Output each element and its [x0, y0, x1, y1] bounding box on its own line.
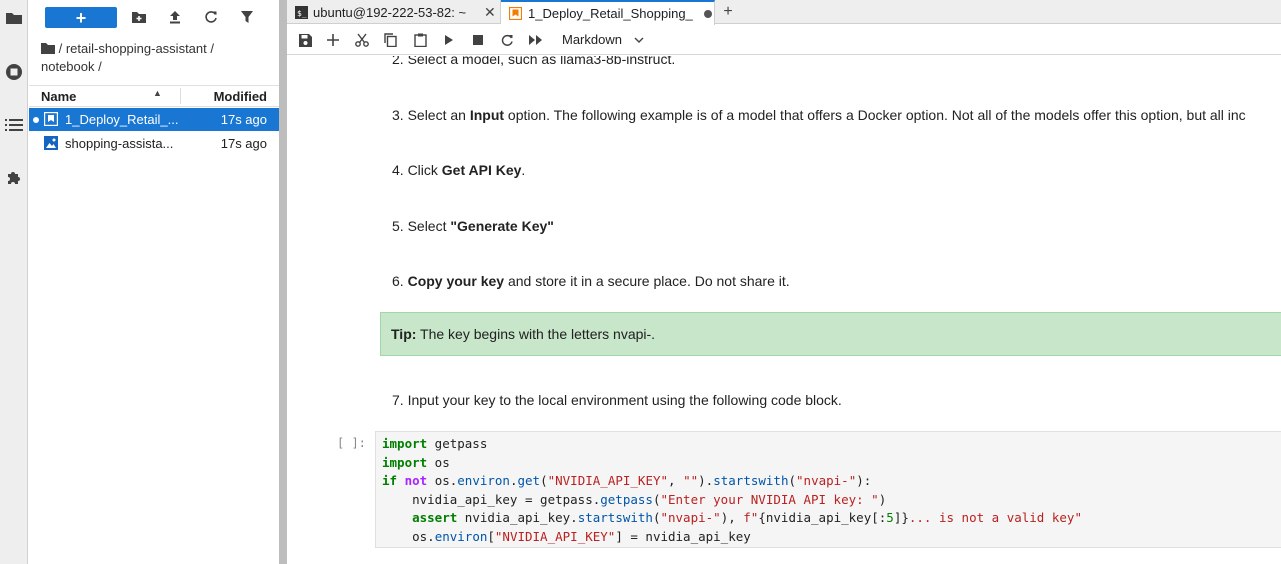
column-divider[interactable]: [180, 88, 181, 104]
folder-icon[interactable]: [41, 42, 55, 54]
tab-label: 1_Deploy_Retail_Shopping_: [528, 6, 693, 21]
chevron-down-icon[interactable]: [633, 34, 645, 46]
column-modified[interactable]: Modified: [214, 89, 267, 104]
stop-icon[interactable]: [469, 31, 487, 49]
file-name: shopping-assista...: [65, 136, 174, 151]
step-text: 6.: [392, 273, 408, 289]
step-text: .: [521, 162, 526, 178]
running-indicator-icon: [33, 117, 39, 123]
cell-prompt: [ ]:: [337, 436, 366, 450]
file-name: 1_Deploy_Retail_...: [65, 112, 179, 127]
tab-bar: $_ ubuntu@192-222-53-82: ~ ✕ 1_Deploy_Re…: [287, 0, 1281, 25]
terminal-icon: $_: [295, 5, 308, 19]
tab-notebook[interactable]: 1_Deploy_Retail_Shopping_: [501, 0, 715, 25]
tab-label: ubuntu@192-222-53-82: ~: [313, 4, 467, 20]
filter-icon[interactable]: [238, 8, 256, 26]
tip-callout[interactable]: Tip: The key begins with the letters nva…: [380, 312, 1281, 356]
upload-icon[interactable]: [166, 8, 184, 26]
main-area: $_ ubuntu@192-222-53-82: ~ ✕ 1_Deploy_Re…: [287, 0, 1281, 564]
plus-icon: +: [75, 7, 87, 28]
copy-icon[interactable]: [381, 31, 399, 49]
close-icon[interactable]: ✕: [484, 4, 496, 21]
image-file-icon: [44, 136, 58, 150]
step-text: 4. Click: [392, 162, 442, 178]
notebook-content: 2. Select a model, such as llama3-8b-ins…: [287, 56, 1281, 564]
folder-icon[interactable]: [3, 7, 25, 29]
run-icon[interactable]: [440, 31, 458, 49]
step-bold: Input: [469, 107, 505, 123]
breadcrumb: / retail-shopping-assistant / notebook /: [41, 40, 271, 76]
restart-icon[interactable]: [498, 31, 516, 49]
markdown-step-7[interactable]: 7. Input your key to the local environme…: [392, 392, 842, 408]
svg-text:$_: $_: [297, 9, 307, 18]
unsaved-dot-icon[interactable]: [704, 9, 712, 18]
step-text: option. The following example is of a mo…: [504, 107, 1246, 123]
markdown-step-2[interactable]: 2. Select a model, such as llama3-8b-ins…: [392, 56, 675, 67]
add-tab-icon[interactable]: +: [717, 2, 739, 22]
activity-bar: [0, 0, 28, 564]
step-text: 5. Select: [392, 218, 451, 234]
step-bold: "Generate Key": [450, 218, 554, 234]
fast-forward-icon[interactable]: [527, 31, 545, 49]
file-modified: 17s ago: [220, 112, 267, 127]
code-cell-editor[interactable]: import getpass import os if not os.envir…: [375, 431, 1281, 548]
file-row[interactable]: 1_Deploy_Retail_... 17s ago: [29, 108, 279, 131]
save-icon[interactable]: [296, 31, 314, 49]
step-bold: Copy your key: [407, 273, 505, 289]
cut-icon[interactable]: [353, 31, 371, 49]
file-browser-toolbar: +: [29, 0, 279, 36]
notebook-icon: [43, 111, 59, 127]
step-bold: Get API Key: [441, 162, 522, 178]
panel-splitter[interactable]: [279, 0, 287, 564]
tab-terminal[interactable]: $_ ubuntu@192-222-53-82: ~ ✕: [287, 0, 501, 24]
refresh-icon[interactable]: [202, 8, 220, 26]
markdown-step-6[interactable]: 6. Copy your key and store it in a secur…: [392, 273, 790, 289]
file-list-header: Name ▲ Modified: [29, 85, 279, 107]
breadcrumb-path[interactable]: / retail-shopping-assistant / notebook /: [41, 41, 214, 74]
table-of-contents-icon[interactable]: [3, 114, 25, 136]
tip-label: Tip:: [391, 326, 417, 342]
file-modified: 17s ago: [220, 136, 267, 151]
insert-cell-icon[interactable]: [324, 31, 342, 49]
new-folder-icon[interactable]: [130, 8, 148, 26]
file-browser-panel: + / retail-shopping-assistant / notebook…: [29, 0, 279, 564]
column-name[interactable]: Name: [41, 89, 76, 104]
notebook-toolbar: Markdown: [287, 25, 1281, 55]
sort-ascending-icon: ▲: [153, 88, 162, 98]
step-text: 3. Select an: [392, 107, 470, 123]
markdown-step-5[interactable]: 5. Select "Generate Key": [392, 218, 554, 234]
tip-text: The key begins with the letters nvapi-.: [416, 326, 656, 342]
new-launcher-button[interactable]: +: [45, 7, 117, 28]
cell-type-select[interactable]: Markdown: [562, 32, 622, 47]
extension-puzzle-icon[interactable]: [3, 167, 25, 189]
step-text: and store it in a secure place. Do not s…: [504, 273, 790, 289]
paste-icon[interactable]: [411, 31, 429, 49]
markdown-step-4[interactable]: 4. Click Get API Key.: [392, 162, 525, 178]
running-kernels-icon[interactable]: [3, 61, 25, 83]
markdown-step-3[interactable]: 3. Select an Input option. The following…: [392, 107, 1246, 123]
file-row[interactable]: shopping-assista... 17s ago: [29, 132, 279, 155]
notebook-icon: [509, 7, 522, 20]
